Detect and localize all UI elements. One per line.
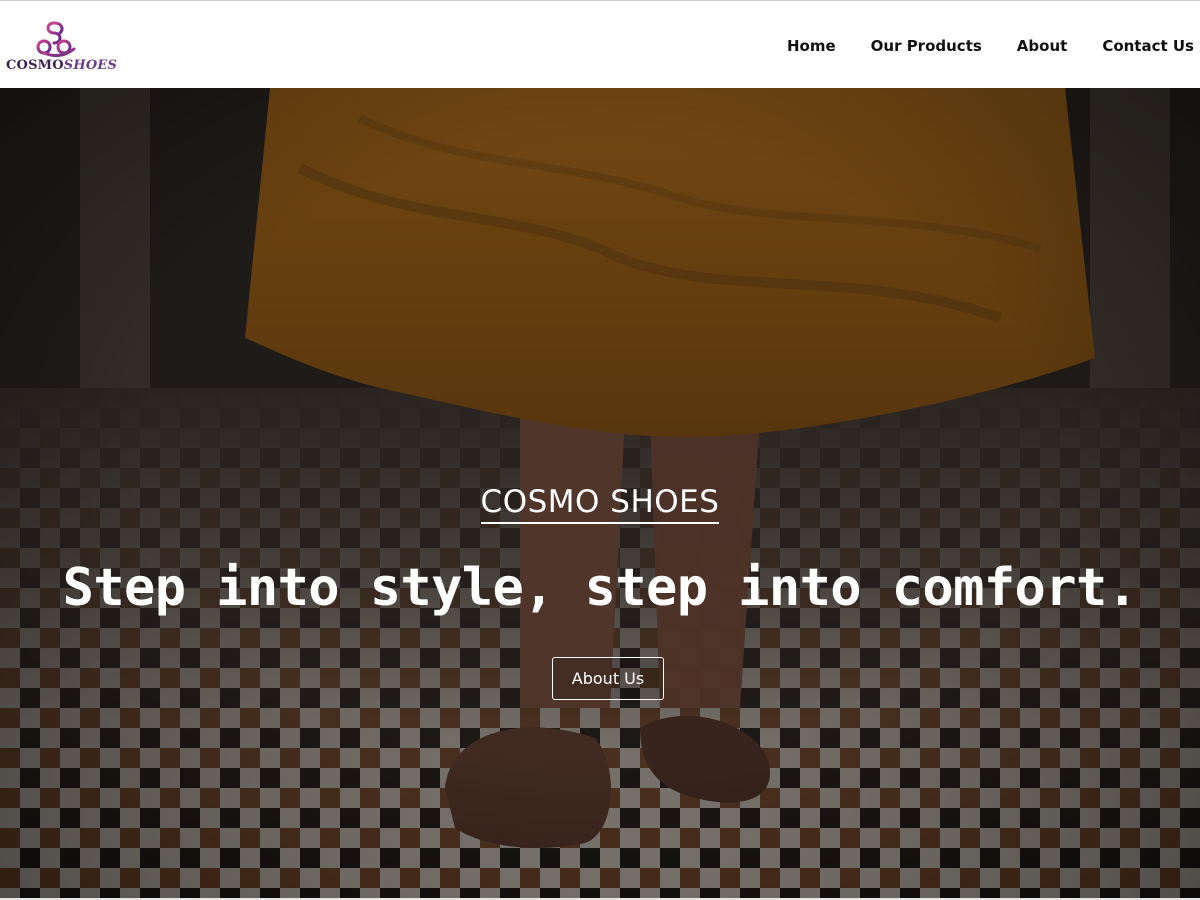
brand-logo[interactable]: COSMOSHOES xyxy=(6,15,117,79)
nav-contact-us[interactable]: Contact Us xyxy=(1102,37,1194,55)
site-header: COSMOSHOES Home Our Products About Conta… xyxy=(0,0,1200,88)
logo-text-styled: SHOES xyxy=(63,58,118,73)
hero-title: Step into style, step into comfort. xyxy=(62,558,1138,618)
logo-text-bold: COSMO xyxy=(6,58,64,73)
hero-eyebrow-text: COSMO SHOES xyxy=(480,484,720,524)
main-nav: Home Our Products About Contact Us xyxy=(787,37,1194,55)
page: COSMOSHOES Home Our Products About Conta… xyxy=(0,0,1200,900)
nav-home[interactable]: Home xyxy=(787,37,836,55)
logo-wordmark: COSMOSHOES xyxy=(6,58,117,73)
hero-eyebrow: COSMO SHOES xyxy=(0,484,1200,524)
nav-about[interactable]: About xyxy=(1017,37,1068,55)
nav-our-products[interactable]: Our Products xyxy=(871,37,982,55)
logo-knot-icon xyxy=(36,21,76,58)
about-us-button[interactable]: About Us xyxy=(552,657,664,700)
hero-section: COSMO SHOES Step into style, step into c… xyxy=(0,88,1200,900)
